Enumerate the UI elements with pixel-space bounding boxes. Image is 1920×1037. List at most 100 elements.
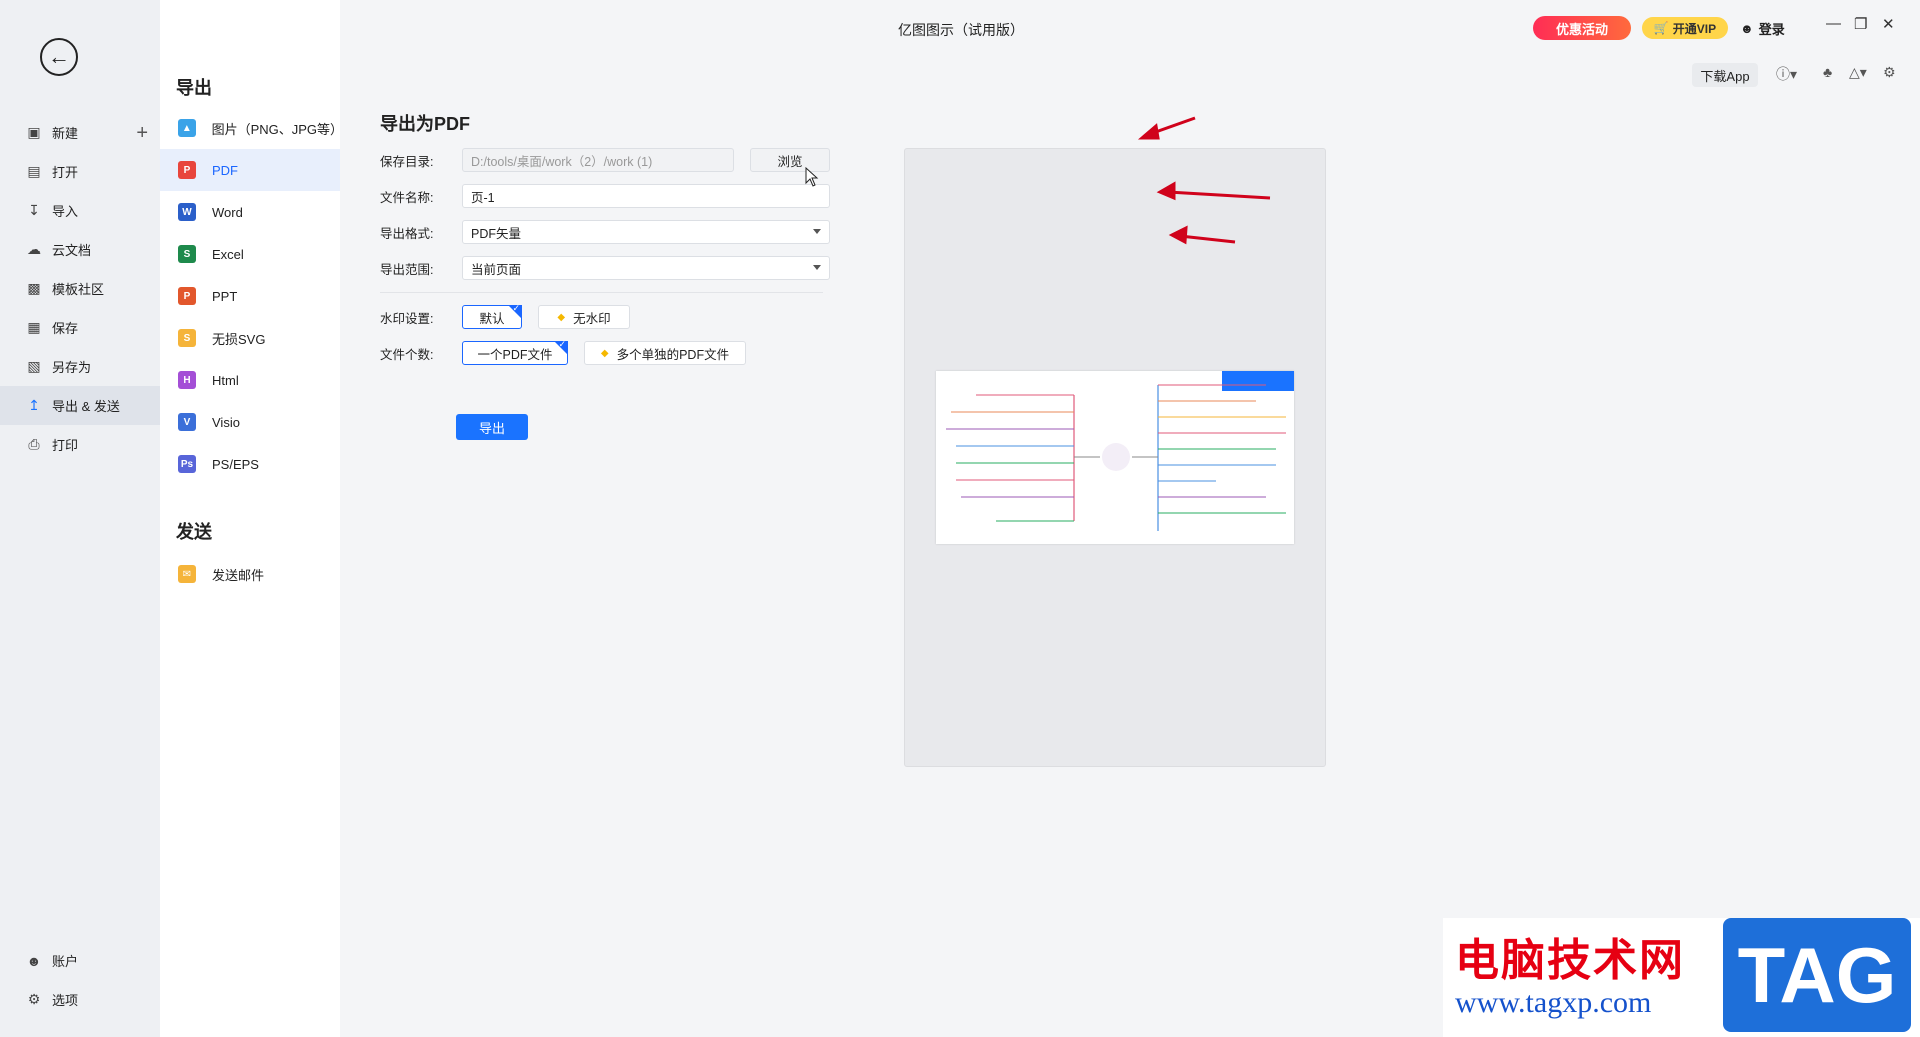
format-item-image[interactable]: ▲ 图片（PNG、JPG等） [160, 107, 344, 149]
format-label: 导出格式: [380, 226, 434, 241]
nav-item-label: 模板社区 [52, 282, 105, 297]
import-icon: ↧ [28, 202, 40, 218]
nav-item-options[interactable]: ⚙ 选项 [0, 980, 160, 1019]
format-label: 图片（PNG、JPG等） [211, 121, 344, 137]
main-area: 亿图图示（试用版） 优惠活动 🛒 开通VIP ☻ 登录 — ❐ ✕ 下载App … [340, 0, 1920, 1037]
print-icon: ⎙ [28, 436, 40, 452]
filecount-label: 文件个数: [380, 347, 434, 362]
format-label: Visio [212, 414, 240, 430]
nav-item-import[interactable]: ↧ 导入 [0, 191, 160, 230]
send-label: 发送邮件 [212, 567, 265, 583]
filecount-row: 文件个数: 一个PDF文件 ✓ ◆ 多个单独的PDF文件 [380, 339, 762, 365]
promo-button[interactable]: 优惠活动 [1533, 16, 1631, 40]
svg-file-icon: S [178, 329, 196, 347]
login-label: 登录 [1758, 21, 1785, 37]
watermark-none-option[interactable]: ◆ 无水印 [538, 305, 630, 329]
nav-item-label: 保存 [52, 321, 79, 336]
send-list: ✉ 发送邮件 [160, 553, 340, 595]
nav-item-label: 导出 & 发送 [52, 399, 120, 414]
option-label: 无水印 [573, 311, 611, 326]
shirt-icon[interactable]: △▾ [1849, 64, 1867, 81]
nav-bottom: ☻ 账户 ⚙ 选项 [0, 941, 160, 1019]
format-label: Excel [212, 246, 244, 262]
mouse-cursor-icon [805, 167, 819, 187]
format-label: Html [212, 372, 239, 388]
format-value: PDF矢量 [471, 226, 522, 241]
filecount-multi-option[interactable]: ◆ 多个单独的PDF文件 [584, 341, 746, 365]
nav-item-new[interactable]: ▣ 新建 + [0, 113, 160, 152]
format-item-html[interactable]: H Html [160, 359, 340, 401]
cart-icon: 🛒 [1653, 21, 1669, 35]
format-item-visio[interactable]: V Visio [160, 401, 340, 443]
chevron-down-icon [813, 265, 821, 270]
visio-file-icon: V [178, 413, 196, 431]
send-item-email[interactable]: ✉ 发送邮件 [160, 553, 340, 595]
filecount-single-option[interactable]: 一个PDF文件 ✓ [462, 339, 568, 365]
ps-file-icon: Ps [178, 455, 196, 473]
ppt-file-icon: P [178, 287, 196, 305]
site-watermark: 电脑技术网 www.tagxp.com TAG [1443, 918, 1920, 1037]
nav-item-community[interactable]: ▩ 模板社区 [0, 269, 160, 308]
nav-list: ▣ 新建 + ▤ 打开 ↧ 导入 ☁ 云文档 ▩ 模板社区 ▦ 保存 ▧ 另存为… [0, 113, 160, 464]
settings-icon[interactable]: ⚙ [1883, 64, 1896, 81]
range-select[interactable]: 当前页面 [462, 256, 830, 280]
format-item-svg[interactable]: S 无损SVG [160, 317, 340, 359]
format-list: ▲ 图片（PNG、JPG等） P PDF W Word S Excel P PP… [160, 107, 344, 485]
format-item-pdf[interactable]: P PDF [160, 149, 340, 191]
user-icon: ☻ [1740, 20, 1754, 36]
left-nav: ← ▣ 新建 + ▤ 打开 ↧ 导入 ☁ 云文档 ▩ 模板社区 ▦ 保存 ▧ 另… [0, 0, 160, 1037]
format-item-ps-eps[interactable]: Ps PS/EPS [160, 443, 340, 485]
format-item-excel[interactable]: S Excel [160, 233, 340, 275]
vip-label: 开通VIP [1672, 21, 1717, 36]
restore-icon[interactable]: ❐ [1854, 15, 1867, 33]
image-file-icon: ▲ [178, 119, 196, 137]
watermark-cn-text: 电脑技术网 [1455, 936, 1685, 985]
range-row: 导出范围: 当前页面 [380, 256, 830, 280]
nav-item-print[interactable]: ⎙ 打印 [0, 425, 160, 464]
format-label: Word [212, 204, 243, 220]
filename-input[interactable]: 页-1 [462, 184, 830, 208]
save-icon: ▦ [27, 319, 41, 335]
minimize-icon[interactable]: — [1826, 15, 1841, 32]
watermark-default-option[interactable]: 默认 ✓ [462, 303, 522, 329]
nav-item-account[interactable]: ☻ 账户 [0, 941, 160, 980]
range-label: 导出范围: [380, 262, 434, 277]
plus-icon[interactable]: + [136, 122, 148, 145]
download-app-button[interactable]: 下载App [1692, 63, 1758, 87]
format-item-ppt[interactable]: P PPT [160, 275, 340, 317]
format-label: PS/EPS [212, 456, 259, 472]
diamond-icon: ◆ [557, 311, 566, 323]
format-select[interactable]: PDF矢量 [462, 220, 830, 244]
nav-item-label: 选项 [52, 993, 79, 1008]
nav-item-save[interactable]: ▦ 保存 [0, 308, 160, 347]
vip-button[interactable]: 🛒 开通VIP [1642, 17, 1728, 39]
watermark-row: 水印设置: 默认 ✓ ◆ 无水印 [380, 303, 646, 329]
word-file-icon: W [178, 203, 196, 221]
option-label: 一个PDF文件 [477, 347, 553, 362]
back-arrow-icon[interactable]: ← [40, 38, 78, 76]
app-window: ← ▣ 新建 + ▤ 打开 ↧ 导入 ☁ 云文档 ▩ 模板社区 ▦ 保存 ▧ 另… [0, 0, 1920, 1037]
export-icon: ↥ [28, 397, 40, 413]
close-icon[interactable]: ✕ [1882, 15, 1895, 33]
save-as-icon: ▧ [27, 358, 41, 374]
watermark-tag-logo: TAG [1723, 918, 1911, 1032]
login-button[interactable]: ☻ 登录 [1740, 17, 1785, 39]
nav-item-cloud[interactable]: ☁ 云文档 [0, 230, 160, 269]
user-icon: ☻ [26, 952, 42, 969]
save-dir-field: D:/tools/桌面/work（2）/work (1) [462, 148, 734, 172]
help-icon[interactable]: ⓘ▾ [1776, 64, 1797, 84]
panel-title: 导出为PDF [380, 114, 470, 134]
mail-icon: ✉ [178, 565, 196, 583]
cloud-icon: ☁ [27, 241, 41, 257]
diamond-icon: ◆ [600, 347, 609, 359]
bell-icon[interactable]: ♣ [1823, 64, 1832, 80]
nav-item-label: 账户 [52, 954, 79, 969]
nav-item-save-as[interactable]: ▧ 另存为 [0, 347, 160, 386]
format-label: PDF [212, 162, 238, 178]
export-button[interactable]: 导出 [456, 414, 528, 440]
nav-item-open[interactable]: ▤ 打开 [0, 152, 160, 191]
community-icon: ▩ [27, 280, 41, 296]
format-item-word[interactable]: W Word [160, 191, 340, 233]
divider [380, 292, 823, 293]
nav-item-export[interactable]: ↥ 导出 & 发送 [0, 386, 160, 425]
